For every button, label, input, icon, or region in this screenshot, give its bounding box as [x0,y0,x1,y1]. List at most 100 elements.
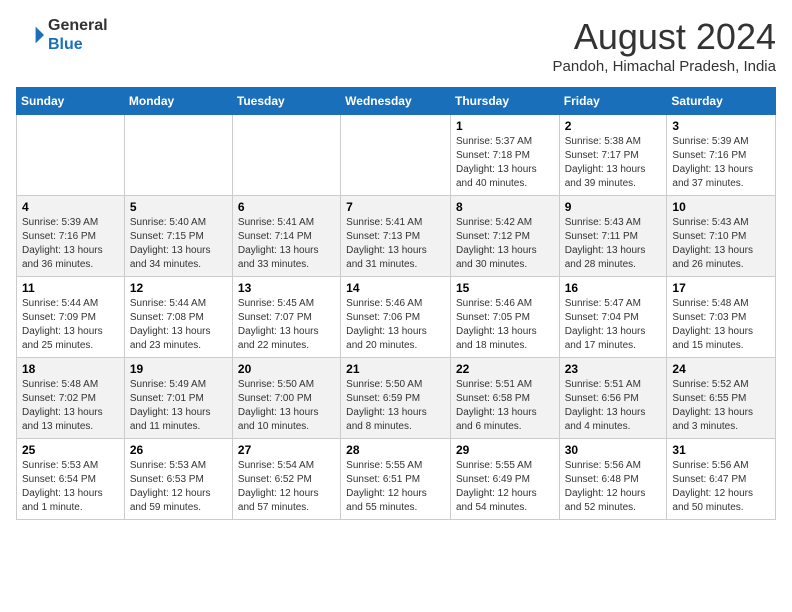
calendar-cell: 20 Sunrise: 5:50 AM Sunset: 7:00 PM Dayli… [232,358,340,439]
day-info: Sunrise: 5:55 AM Sunset: 6:51 PM Dayligh… [346,459,445,515]
day-number: 11 [22,281,119,295]
calendar-cell: 26 Sunrise: 5:53 AM Sunset: 6:53 PM Dayli… [124,439,232,520]
page-header: General Blue August 2024 Pandoh, Himacha… [16,16,776,75]
calendar-week-5: 25 Sunrise: 5:53 AM Sunset: 6:54 PM Dayli… [17,439,776,520]
day-info: Sunrise: 5:56 AM Sunset: 6:48 PM Dayligh… [565,459,662,515]
weekday-header-tuesday: Tuesday [232,88,340,115]
day-number: 19 [130,362,227,376]
weekday-header-thursday: Thursday [450,88,559,115]
day-number: 12 [130,281,227,295]
calendar-cell: 9 Sunrise: 5:43 AM Sunset: 7:11 PM Daylig… [559,196,667,277]
day-number: 21 [346,362,445,376]
day-number: 17 [672,281,770,295]
day-info: Sunrise: 5:41 AM Sunset: 7:14 PM Dayligh… [238,216,335,272]
calendar-cell: 1Sunrise: 5:37 AM Sunset: 7:18 PM Daylig… [450,115,559,196]
calendar-cell: 25 Sunrise: 5:53 AM Sunset: 6:54 PM Dayli… [17,439,125,520]
logo-icon [16,21,44,49]
calendar-cell: 30 Sunrise: 5:56 AM Sunset: 6:48 PM Dayli… [559,439,667,520]
day-number: 8 [456,200,554,214]
day-number: 2 [565,119,662,133]
calendar-cell: 19Sunrise: 5:49 AM Sunset: 7:01 PM Dayli… [124,358,232,439]
day-number: 25 [22,443,119,457]
day-info: Sunrise: 5:55 AM Sunset: 6:49 PM Dayligh… [456,459,554,515]
day-number: 18 [22,362,119,376]
calendar-cell: 17 Sunrise: 5:48 AM Sunset: 7:03 PM Dayli… [667,277,776,358]
calendar-cell [17,115,125,196]
weekday-header-saturday: Saturday [667,88,776,115]
day-number: 6 [238,200,335,214]
day-number: 13 [238,281,335,295]
calendar-cell: 21 Sunrise: 5:50 AM Sunset: 6:59 PM Dayli… [341,358,451,439]
day-number: 27 [238,443,335,457]
day-info: Sunrise: 5:51 AM Sunset: 6:58 PM Dayligh… [456,378,554,434]
calendar-week-3: 11 Sunrise: 5:44 AM Sunset: 7:09 PM Dayli… [17,277,776,358]
day-number: 20 [238,362,335,376]
day-info: Sunrise: 5:44 AM Sunset: 7:08 PM Dayligh… [130,297,227,353]
day-info: Sunrise: 5:48 AM Sunset: 7:03 PM Dayligh… [672,297,770,353]
logo: General Blue [16,16,108,54]
calendar-cell: 6 Sunrise: 5:41 AM Sunset: 7:14 PM Daylig… [232,196,340,277]
weekday-header-monday: Monday [124,88,232,115]
logo-blue-text: Blue [48,35,108,54]
calendar-cell: 18Sunrise: 5:48 AM Sunset: 7:02 PM Dayli… [17,358,125,439]
day-info: Sunrise: 5:54 AM Sunset: 6:52 PM Dayligh… [238,459,335,515]
day-info: Sunrise: 5:45 AM Sunset: 7:07 PM Dayligh… [238,297,335,353]
calendar-cell: 14 Sunrise: 5:46 AM Sunset: 7:06 PM Dayli… [341,277,451,358]
day-number: 16 [565,281,662,295]
calendar-cell: 5 Sunrise: 5:40 AM Sunset: 7:15 PM Daylig… [124,196,232,277]
day-number: 3 [672,119,770,133]
day-number: 23 [565,362,662,376]
calendar-cell: 12 Sunrise: 5:44 AM Sunset: 7:08 PM Dayli… [124,277,232,358]
day-info: Sunrise: 5:52 AM Sunset: 6:55 PM Dayligh… [672,378,770,434]
calendar-cell: 4Sunrise: 5:39 AM Sunset: 7:16 PM Daylig… [17,196,125,277]
weekday-header-wednesday: Wednesday [341,88,451,115]
weekday-header-sunday: Sunday [17,88,125,115]
calendar-cell: 23 Sunrise: 5:51 AM Sunset: 6:56 PM Dayli… [559,358,667,439]
day-info: Sunrise: 5:37 AM Sunset: 7:18 PM Dayligh… [456,135,554,191]
calendar-cell [124,115,232,196]
month-year-title: August 2024 [553,16,776,58]
calendar-table: SundayMondayTuesdayWednesdayThursdayFrid… [16,87,776,520]
day-number: 4 [22,200,119,214]
day-info: Sunrise: 5:53 AM Sunset: 6:54 PM Dayligh… [22,459,119,515]
calendar-cell: 8 Sunrise: 5:42 AM Sunset: 7:12 PM Daylig… [450,196,559,277]
day-number: 15 [456,281,554,295]
day-info: Sunrise: 5:50 AM Sunset: 6:59 PM Dayligh… [346,378,445,434]
day-number: 10 [672,200,770,214]
calendar-cell: 15 Sunrise: 5:46 AM Sunset: 7:05 PM Dayli… [450,277,559,358]
calendar-week-2: 4Sunrise: 5:39 AM Sunset: 7:16 PM Daylig… [17,196,776,277]
calendar-cell [341,115,451,196]
calendar-cell: 16Sunrise: 5:47 AM Sunset: 7:04 PM Dayli… [559,277,667,358]
day-info: Sunrise: 5:42 AM Sunset: 7:12 PM Dayligh… [456,216,554,272]
day-info: Sunrise: 5:38 AM Sunset: 7:17 PM Dayligh… [565,135,662,191]
calendar-cell [232,115,340,196]
calendar-cell: 29 Sunrise: 5:55 AM Sunset: 6:49 PM Dayli… [450,439,559,520]
day-info: Sunrise: 5:46 AM Sunset: 7:05 PM Dayligh… [456,297,554,353]
day-number: 9 [565,200,662,214]
calendar-cell: 27 Sunrise: 5:54 AM Sunset: 6:52 PM Dayli… [232,439,340,520]
day-info: Sunrise: 5:43 AM Sunset: 7:11 PM Dayligh… [565,216,662,272]
day-number: 29 [456,443,554,457]
calendar-cell: 31 Sunrise: 5:56 AM Sunset: 6:47 PM Dayli… [667,439,776,520]
day-info: Sunrise: 5:51 AM Sunset: 6:56 PM Dayligh… [565,378,662,434]
calendar-cell: 13 Sunrise: 5:45 AM Sunset: 7:07 PM Dayli… [232,277,340,358]
calendar-cell: 7Sunrise: 5:41 AM Sunset: 7:13 PM Daylig… [341,196,451,277]
day-number: 24 [672,362,770,376]
day-number: 5 [130,200,227,214]
day-number: 31 [672,443,770,457]
calendar-cell: 22 Sunrise: 5:51 AM Sunset: 6:58 PM Dayli… [450,358,559,439]
day-number: 14 [346,281,445,295]
day-info: Sunrise: 5:44 AM Sunset: 7:09 PM Dayligh… [22,297,119,353]
day-info: Sunrise: 5:50 AM Sunset: 7:00 PM Dayligh… [238,378,335,434]
day-number: 22 [456,362,554,376]
day-number: 30 [565,443,662,457]
day-info: Sunrise: 5:39 AM Sunset: 7:16 PM Dayligh… [672,135,770,191]
calendar-cell: 24 Sunrise: 5:52 AM Sunset: 6:55 PM Dayli… [667,358,776,439]
day-info: Sunrise: 5:40 AM Sunset: 7:15 PM Dayligh… [130,216,227,272]
day-info: Sunrise: 5:46 AM Sunset: 7:06 PM Dayligh… [346,297,445,353]
day-info: Sunrise: 5:56 AM Sunset: 6:47 PM Dayligh… [672,459,770,515]
day-info: Sunrise: 5:41 AM Sunset: 7:13 PM Dayligh… [346,216,445,272]
logo-general-text: General [48,16,108,35]
day-info: Sunrise: 5:53 AM Sunset: 6:53 PM Dayligh… [130,459,227,515]
day-number: 26 [130,443,227,457]
